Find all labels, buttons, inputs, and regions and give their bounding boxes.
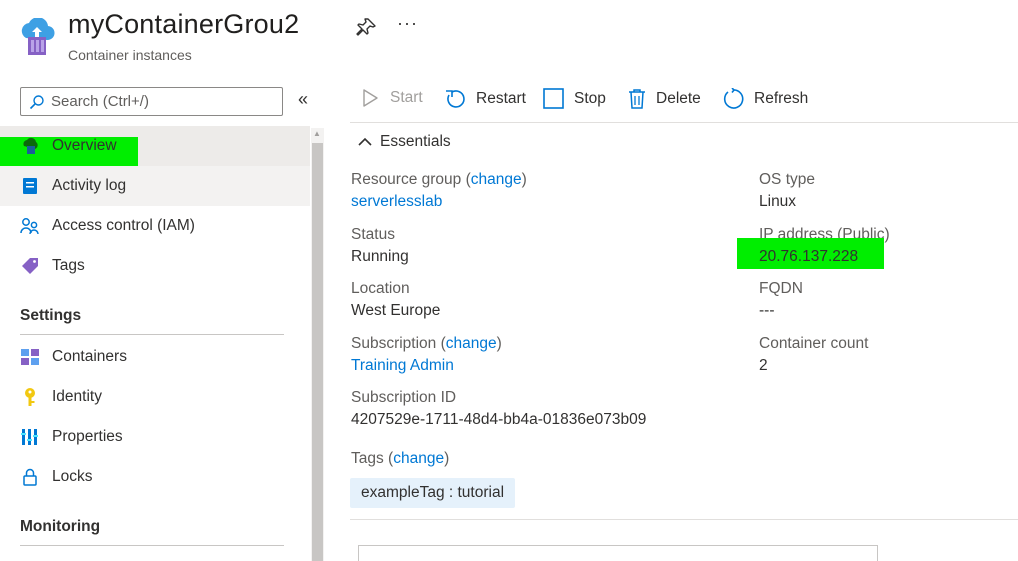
essentials-toggle[interactable]: Essentials <box>358 133 451 151</box>
container-count-label: Container count <box>759 335 869 352</box>
subscription-change-link[interactable]: change <box>446 335 497 352</box>
sidebar-item-overview[interactable]: Overview <box>0 126 310 170</box>
sidebar-item-label: Tags <box>52 257 85 274</box>
iam-icon <box>20 216 40 236</box>
section-monitoring: Monitoring <box>20 518 101 535</box>
section-settings: Settings <box>20 307 82 324</box>
play-icon <box>363 89 378 107</box>
stop-label: Stop <box>574 89 606 107</box>
sidebar-item-properties[interactable]: Properties <box>0 417 310 457</box>
lock-icon <box>20 467 40 487</box>
activity-log-icon <box>20 176 40 196</box>
os-type-value: Linux <box>759 193 797 210</box>
page-subtitle: Container instances <box>68 47 192 63</box>
subscription-id-value: 4207529e-1711-48d4-bb4a-01836e073b09 <box>351 411 647 428</box>
page-title: myContainerGrou2 <box>68 9 300 39</box>
status-value: Running <box>351 248 409 265</box>
overview-icon <box>20 136 40 156</box>
divider <box>20 334 284 335</box>
subscription-value[interactable]: Training Admin <box>351 357 454 375</box>
restart-button[interactable]: Restart <box>444 88 526 110</box>
subscription-id-label: Subscription ID <box>351 389 457 406</box>
scroll-up-arrow-icon[interactable]: ▲ <box>313 129 321 138</box>
stop-button[interactable]: Stop <box>543 88 606 109</box>
restart-label: Restart <box>476 90 526 107</box>
scrollbar-thumb[interactable] <box>312 143 323 561</box>
tags-change-link[interactable]: change <box>393 450 444 467</box>
collapse-sidebar-button[interactable]: « <box>298 89 308 110</box>
status-label: Status <box>351 226 395 243</box>
sidebar-item-label: Identity <box>52 388 102 405</box>
trash-icon <box>629 89 645 109</box>
sidebar-item-label: Access control (IAM) <box>52 217 195 234</box>
delete-button[interactable]: Delete <box>628 88 701 109</box>
toolbar-divider <box>350 122 1018 123</box>
sidebar-item-label: Properties <box>52 428 123 445</box>
refresh-button[interactable]: Refresh <box>722 88 808 110</box>
os-type-label: OS type <box>759 171 815 188</box>
start-button[interactable]: Start <box>360 88 423 108</box>
tag-pill[interactable]: exampleTag : tutorial <box>350 478 516 508</box>
search-icon <box>29 94 44 109</box>
properties-icon <box>20 427 40 447</box>
location-label: Location <box>351 280 410 297</box>
sidebar-item-label: Activity log <box>52 177 127 194</box>
location-value: West Europe <box>351 302 441 319</box>
ip-address-value: 20.76.137.228 <box>759 248 859 265</box>
sidebar-item-tags[interactable]: Tags <box>0 246 310 286</box>
tag-icon <box>20 256 40 276</box>
sidebar-item-containers[interactable]: Containers <box>0 337 310 377</box>
sidebar-item-label: Overview <box>52 137 117 154</box>
essentials-divider <box>350 519 1018 520</box>
tags-label: Tags (change) <box>351 450 450 467</box>
identity-icon <box>20 387 40 407</box>
sidebar-item-activity-log[interactable]: Activity log <box>0 166 310 206</box>
container-instances-icon <box>21 18 55 55</box>
fqdn-value: --- <box>759 302 775 319</box>
restart-icon <box>446 90 465 108</box>
containers-icon <box>20 347 40 367</box>
subscription-label: Subscription (change) <box>351 335 502 352</box>
pin-icon[interactable] <box>355 17 377 39</box>
divider <box>20 545 284 546</box>
chevron-up-icon <box>358 137 372 146</box>
search-input[interactable] <box>51 93 271 110</box>
sidebar-item-label: Containers <box>52 348 127 365</box>
container-count-value: 2 <box>759 357 768 374</box>
fqdn-label: FQDN <box>759 280 803 297</box>
search-box[interactable] <box>20 87 283 116</box>
stop-icon <box>543 88 564 109</box>
refresh-icon <box>723 88 744 109</box>
content-card <box>358 545 878 561</box>
more-options-button[interactable]: ··· <box>397 13 418 34</box>
delete-label: Delete <box>656 89 701 107</box>
resource-group-value[interactable]: serverlesslab <box>351 193 442 211</box>
sidebar-item-iam[interactable]: Access control (IAM) <box>0 206 310 246</box>
start-label: Start <box>390 89 423 106</box>
resource-group-label: Resource group (change) <box>351 171 527 188</box>
sidebar-item-locks[interactable]: Locks <box>0 457 310 497</box>
resource-group-change-link[interactable]: change <box>471 171 522 188</box>
essentials-title: Essentials <box>380 133 451 150</box>
refresh-label: Refresh <box>754 90 809 107</box>
sidebar-item-identity[interactable]: Identity <box>0 377 310 417</box>
sidebar-item-label: Locks <box>52 468 93 485</box>
